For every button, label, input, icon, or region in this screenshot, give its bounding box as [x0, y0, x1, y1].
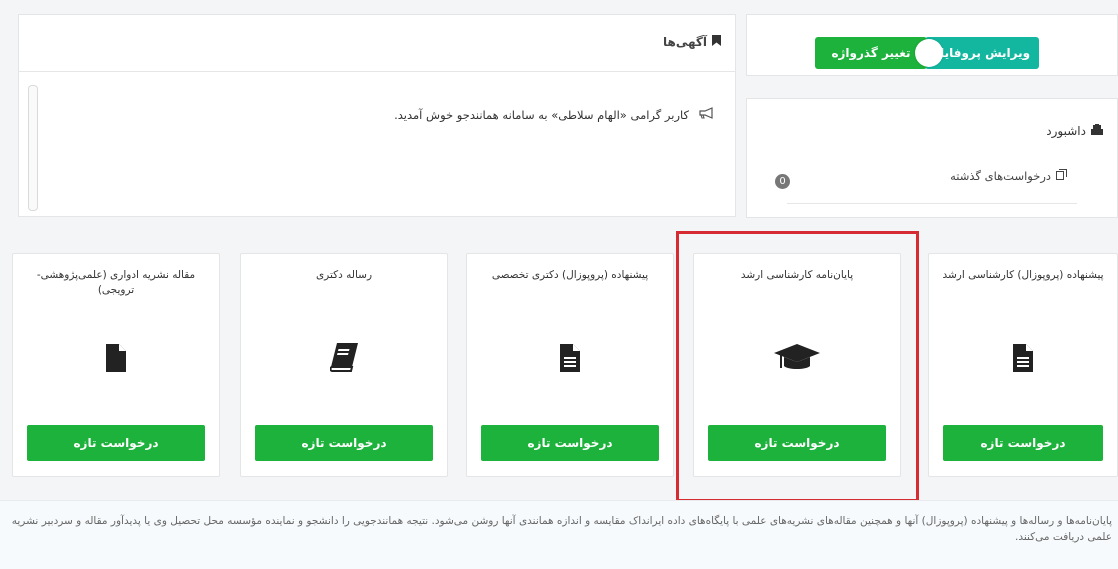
file-icon: [13, 338, 219, 378]
bullhorn-icon: [697, 107, 713, 122]
scrollbar[interactable]: [28, 85, 38, 211]
divider: [787, 203, 1077, 204]
new-request-button[interactable]: درخواست تازه: [943, 425, 1103, 461]
dashboard-title: داشبورد: [1046, 124, 1086, 138]
new-request-button[interactable]: درخواست تازه: [27, 425, 205, 461]
change-password-button[interactable]: تغییر گذرواژه: [815, 37, 927, 69]
file-text-icon: [929, 338, 1117, 378]
button-separator: [915, 39, 943, 67]
past-requests-label: درخواست‌های گذشته: [950, 169, 1051, 183]
announcement-item: کاربر گرامی «الهام سلاطی» به سامانه همان…: [394, 107, 713, 122]
dashboard-header: داشبورد: [1046, 124, 1103, 138]
announcement-text: کاربر گرامی «الهام سلاطی» به سامانه همان…: [394, 107, 689, 122]
info-panel: پایان‌نامه‌ها و رساله‌ها و پیشنهاده (پرو…: [0, 500, 1118, 569]
card-title: مقاله نشریه ادواری (علمی‌پژوهشی-ترویجی): [36, 269, 196, 296]
divider: [19, 71, 735, 72]
new-request-button[interactable]: درخواست تازه: [481, 425, 659, 461]
past-requests-count-badge: 0: [775, 174, 790, 189]
card-journal-article: مقاله نشریه ادواری (علمی‌پژوهشی-ترویجی) …: [12, 253, 220, 477]
card-title: رساله دکتری: [315, 269, 373, 281]
announcements-title: آگهی‌ها: [663, 35, 707, 49]
bookmark-icon: [712, 35, 721, 49]
highlight-box: [676, 231, 919, 502]
card-phd-proposal: پیشنهاده (پروپوزال) دکتری تخصصی درخواست …: [466, 253, 674, 477]
announcements-header: آگهی‌ها: [663, 35, 721, 49]
card-title: پیشنهاده (پروپوزال) کارشناسی ارشد: [942, 269, 1104, 281]
info-text: پایان‌نامه‌ها و رساله‌ها و پیشنهاده (پرو…: [11, 515, 1112, 543]
new-request-button[interactable]: درخواست تازه: [255, 425, 433, 461]
card-title: پیشنهاده (پروپوزال) دکتری تخصصی: [491, 269, 649, 281]
card-phd-dissertation: رساله دکتری درخواست تازه: [240, 253, 448, 477]
history-icon: [1056, 169, 1067, 183]
announcements-panel: آگهی‌ها کاربر گرامی «الهام سلاطی» به سام…: [18, 14, 736, 217]
profile-actions: ویرایش پروفایل تغییر گذرواژه: [815, 37, 1039, 69]
dashboard-icon: [1091, 124, 1103, 138]
book-icon: [241, 338, 447, 378]
past-requests-link[interactable]: درخواست‌های گذشته: [950, 169, 1067, 183]
dashboard-panel: داشبورد درخواست‌های گذشته 0: [746, 98, 1118, 218]
profile-panel: ویرایش پروفایل تغییر گذرواژه: [746, 14, 1118, 76]
file-text-icon: [467, 338, 673, 378]
card-masters-proposal: پیشنهاده (پروپوزال) کارشناسی ارشد درخواس…: [928, 253, 1118, 477]
